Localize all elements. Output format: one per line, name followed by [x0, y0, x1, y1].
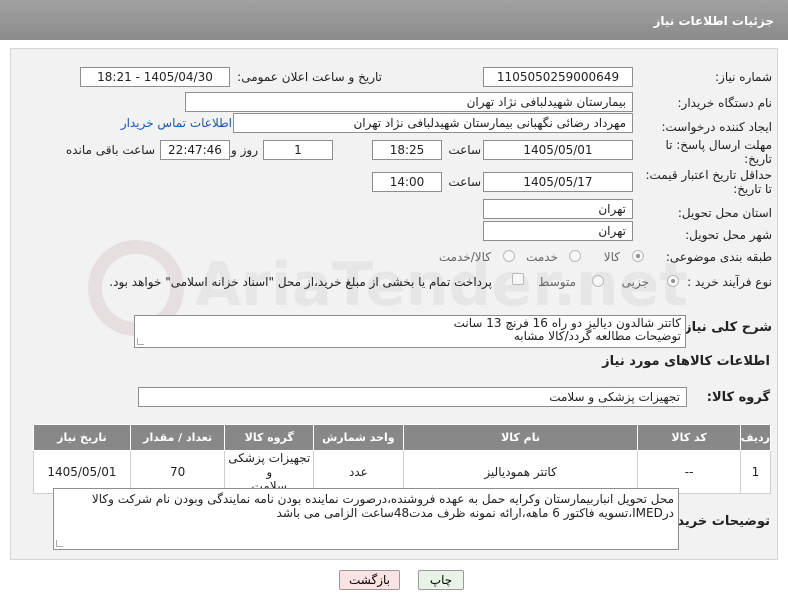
province-label: استان محل تحویل:: [677, 206, 772, 220]
category-radio-goods-service[interactable]: [503, 250, 515, 262]
buyer-notes-line-2: درIMED،تسویه فاکتور 6 ماهه،ارائه نمونه ظ…: [276, 506, 674, 520]
category-label: طبقه بندی موضوعی:: [665, 250, 772, 264]
validity-date-field: 1405/05/17: [483, 172, 633, 192]
days-label: روز و: [231, 143, 258, 157]
need-number-label: شماره نیاز:: [715, 70, 772, 84]
summary-label: شرح کلی نیاز:: [678, 320, 772, 335]
category-radio-service[interactable]: [569, 250, 581, 262]
category-option-service: خدمت: [526, 250, 558, 264]
buyer-org-field: بیمارستان شهیدلبافی نژاد تهران: [185, 92, 633, 112]
col-group: گروه کالا: [224, 424, 315, 451]
payment-note: پرداخت تمام یا بخشی از مبلغ خرید،از محل …: [109, 275, 492, 289]
process-radio-minor[interactable]: [667, 275, 679, 287]
summary-textarea: کاتتر شالدون دیالیز دو راه 16 فرنچ 13 سا…: [134, 315, 686, 348]
validity-time-label: ساعت: [448, 175, 481, 189]
buyer-org-label: نام دستگاه خریدار:: [677, 96, 773, 110]
buyer-notes-line-1: محل تحویل انباربیمارستان وکرایه حمل به ع…: [91, 492, 674, 506]
col-qty: تعداد / مقدار: [129, 424, 226, 451]
back-button[interactable]: بازگشت: [339, 570, 400, 590]
treasury-payment-checkbox[interactable]: [512, 273, 524, 285]
category-option-goods: کالا: [603, 250, 620, 264]
announce-datetime-field: 1405/04/30 - 18:21: [80, 67, 230, 87]
validity-label: حداقل تاریخ اعتبار قیمت:: [645, 168, 772, 182]
goods-table: ردیف کد کالا نام کالا واحد شمارش گروه کا…: [33, 424, 772, 494]
deadline-time-field: 18:25: [372, 140, 442, 160]
requester-field: مهرداد رضائی نگهبانی بیمارستان شهیدلبافی…: [233, 113, 633, 133]
process-option-medium: متوسط: [538, 275, 576, 289]
goods-info-title: اطلاعات کالاهای مورد نیاز: [602, 354, 770, 369]
category-radio-goods[interactable]: [632, 250, 644, 262]
page-header: جزئیات اطلاعات نیاز: [0, 0, 788, 40]
deadline-date-field: 1405/05/01: [483, 140, 633, 160]
remaining-label: ساعت باقی مانده: [65, 143, 155, 157]
days-field: 1: [263, 140, 333, 160]
goods-group-field: تجهیزات پزشکی و سلامت: [138, 387, 687, 407]
buyer-notes-textarea: محل تحویل انباربیمارستان وکرایه حمل به ع…: [53, 488, 679, 550]
need-number-field: 1105050259000649: [483, 67, 633, 87]
col-code: کد کالا: [637, 424, 741, 451]
deadline-label-date: تاریخ:: [744, 152, 772, 166]
cell-group-line-1: تجهیزات پزشکی و: [228, 451, 311, 479]
buyer-contact-link[interactable]: اطلاعات تماس خریدار: [121, 116, 232, 130]
process-label: نوع فرآیند خرید :: [687, 275, 772, 289]
summary-line-2: توضیحات مطالعه گردد/کالا مشابه: [513, 329, 681, 343]
print-button[interactable]: چاپ: [418, 570, 464, 590]
requester-label: ایجاد کننده درخواست:: [661, 120, 772, 134]
deadline-time-label: ساعت: [448, 143, 481, 157]
page-title: جزئیات اطلاعات نیاز: [653, 14, 774, 28]
validity-time-field: 14:00: [372, 172, 442, 192]
validity-label-date: تا تاریخ:: [733, 182, 772, 196]
category-option-goods-service: کالا/خدمت: [438, 250, 491, 264]
remaining-time-field: 22:47:46: [160, 140, 230, 160]
resize-handle-icon[interactable]: [137, 338, 144, 345]
process-radio-medium[interactable]: [592, 275, 604, 287]
goods-table-header: ردیف کد کالا نام کالا واحد شمارش گروه کا…: [33, 424, 772, 451]
city-field: تهران: [483, 221, 633, 241]
col-unit: واحد شمارش: [313, 424, 404, 451]
city-label: شهر محل تحویل:: [685, 228, 772, 242]
col-name: نام کالا: [402, 424, 639, 451]
province-field: تهران: [483, 199, 633, 219]
cell-row: 1: [739, 450, 772, 494]
deadline-label: مهلت ارسال پاسخ: تا: [665, 138, 772, 152]
process-option-minor: جزیی: [621, 275, 649, 289]
col-date: تاریخ نیاز: [33, 424, 131, 451]
resize-handle-icon[interactable]: [56, 540, 63, 547]
col-row: ردیف: [739, 424, 772, 451]
announce-label: تاریخ و ساعت اعلان عمومی:: [237, 70, 382, 84]
goods-group-label: گروه کالا:: [706, 390, 770, 405]
